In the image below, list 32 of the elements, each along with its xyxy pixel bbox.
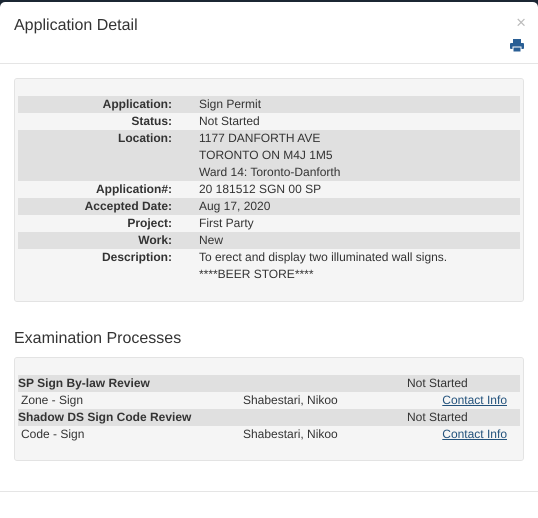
field-value: Sign Permit bbox=[199, 96, 262, 113]
contact-link[interactable]: Contact Info bbox=[442, 426, 507, 443]
field-value: Not Started bbox=[199, 113, 260, 130]
field-value: To erect and display two illuminated wall signs. bbox=[199, 249, 448, 266]
print-icon[interactable] bbox=[510, 39, 524, 52]
field-value: First Party bbox=[199, 215, 254, 232]
field-label: Accepted Date: bbox=[84, 198, 172, 215]
field-label: Work: bbox=[137, 232, 172, 249]
field-value: Aug 17, 2020 bbox=[199, 198, 270, 215]
process-name: Shadow DS Sign Code Review bbox=[18, 409, 192, 426]
field-label: Status: bbox=[130, 113, 172, 130]
dialog-title: Application Detail bbox=[14, 16, 138, 36]
field-value: 1177 DANFORTH AVE bbox=[199, 130, 322, 147]
task-name: Code - Sign bbox=[20, 426, 86, 443]
process-name: SP Sign By-law Review bbox=[18, 375, 151, 392]
field-label: Application: bbox=[102, 96, 172, 113]
section-heading: Examination Processes bbox=[14, 330, 182, 348]
field-label: Project: bbox=[126, 215, 172, 232]
field-value: New bbox=[199, 232, 224, 249]
field-label: Description: bbox=[100, 249, 172, 266]
field-label: Application#: bbox=[94, 181, 172, 198]
task-assignee: Shabestari, Nikoo bbox=[243, 392, 339, 409]
field-value: Ward 14: Toronto-Danforth bbox=[199, 164, 340, 181]
task-name: Zone - Sign bbox=[20, 392, 84, 409]
field-value: 20 181512 SGN 00 SP bbox=[199, 181, 322, 198]
process-status: Not Started bbox=[407, 375, 468, 392]
field-value: ****BEER STORE**** bbox=[199, 266, 314, 283]
field-label: Location: bbox=[117, 130, 172, 147]
contact-link[interactable]: Contact Info bbox=[442, 392, 507, 409]
field-value: TORONTO ON M4J 1M5 bbox=[199, 147, 334, 164]
process-status: Not Started bbox=[407, 409, 468, 426]
task-assignee: Shabestari, Nikoo bbox=[243, 426, 339, 443]
